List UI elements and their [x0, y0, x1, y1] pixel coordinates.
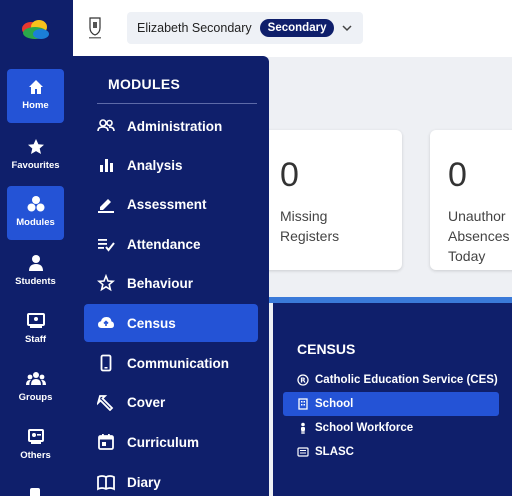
module-label: Assessment	[127, 196, 207, 212]
rail-home[interactable]: Home	[7, 69, 64, 123]
module-cover[interactable]: Cover	[84, 383, 258, 421]
rail-students[interactable]: Students	[7, 245, 64, 299]
module-assessment[interactable]: Assessment	[84, 185, 258, 223]
missing-registers-card[interactable]: 0 Missing Registers	[262, 130, 402, 270]
star-icon	[27, 139, 44, 154]
module-attendance[interactable]: Attendance	[84, 225, 258, 263]
modules-menu: MODULES Administration Analysis Assessme…	[73, 56, 269, 496]
module-label: Behaviour	[127, 275, 194, 291]
card-label: Missing Registers	[280, 206, 339, 246]
calendar-icon	[98, 434, 114, 450]
card-label-line: Unauthor	[448, 208, 506, 224]
module-administration[interactable]: Administration	[84, 107, 258, 145]
card-label-line: Registers	[280, 228, 340, 244]
rail-favourites[interactable]: Favourites	[7, 129, 64, 183]
school-crest-icon	[89, 17, 101, 39]
card-label-line: Absences	[448, 228, 510, 244]
others-icon	[27, 429, 44, 444]
book-icon	[97, 475, 115, 491]
groups-icon	[25, 372, 46, 385]
census-item-label: School	[315, 398, 354, 410]
pencil-icon	[98, 199, 114, 213]
module-label: Cover	[127, 394, 166, 410]
cloud-upload-icon	[98, 317, 114, 328]
school-name: Elizabeth Secondary	[137, 21, 252, 35]
top-header: Elizabeth Secondary Secondary	[73, 0, 512, 57]
rail-label: Favourites	[11, 160, 60, 171]
census-item-ces[interactable]: R Catholic Education Service (CES)	[283, 368, 499, 392]
module-label: Diary	[127, 474, 161, 490]
card-value: 0	[448, 156, 467, 194]
module-label: Administration	[127, 118, 223, 134]
left-rail: Home Favourites Modules Students Staff G…	[0, 0, 73, 496]
module-label: Census	[127, 315, 176, 331]
census-item-label: SLASC	[315, 446, 354, 458]
module-label: Analysis	[127, 157, 183, 173]
star-outline-icon	[97, 274, 115, 292]
people-icon	[97, 119, 115, 132]
module-census[interactable]: Census	[84, 304, 258, 342]
app-logo-icon[interactable]	[19, 18, 51, 40]
building-icon	[298, 398, 308, 410]
registered-icon: R	[297, 374, 309, 386]
census-item-label: School Workforce	[315, 422, 414, 434]
card-value: 0	[280, 156, 299, 194]
census-item-school[interactable]: School	[283, 392, 499, 416]
cover-icon	[97, 395, 114, 411]
chevron-down-icon	[342, 25, 352, 32]
phone-icon	[100, 354, 112, 372]
divider	[97, 103, 257, 104]
rail-modules[interactable]: Modules	[7, 186, 64, 240]
partial-rail-icon	[30, 488, 40, 496]
module-label: Attendance	[127, 236, 201, 252]
unauthorised-absences-card[interactable]: 0 Unauthor Absences Today	[430, 130, 512, 270]
module-label: Communication	[127, 355, 230, 371]
staff-icon	[26, 313, 45, 328]
rail-label: Students	[15, 276, 56, 287]
card-label-line: Missing	[280, 208, 328, 224]
modules-icon	[27, 196, 44, 212]
rail-label: Staff	[24, 334, 47, 345]
census-item-label: Catholic Education Service (CES)	[315, 374, 498, 386]
module-behaviour[interactable]: Behaviour	[84, 264, 258, 302]
module-analysis[interactable]: Analysis	[84, 146, 258, 184]
rail-groups[interactable]: Groups	[7, 361, 64, 415]
person-icon	[301, 422, 305, 434]
rail-label: Groups	[18, 392, 53, 403]
school-type-badge: Secondary	[259, 19, 335, 37]
checklist-icon	[98, 239, 115, 252]
module-curriculum[interactable]: Curriculum	[84, 423, 258, 461]
rail-label: Home	[22, 100, 49, 111]
list-icon	[297, 447, 309, 457]
card-label: Unauthor Absences Today	[448, 206, 509, 266]
rail-label: Modules	[16, 217, 55, 228]
census-title: CENSUS	[297, 341, 356, 357]
module-communication[interactable]: Communication	[84, 344, 258, 382]
svg-text:R: R	[300, 377, 306, 385]
rail-label: Others	[20, 450, 51, 461]
modules-title: MODULES	[108, 76, 181, 92]
school-selector[interactable]: Elizabeth Secondary Secondary	[127, 12, 363, 44]
census-submenu: CENSUS R Catholic Education Service (CES…	[273, 303, 512, 496]
rail-others[interactable]: Others	[7, 419, 64, 473]
module-label: Curriculum	[127, 434, 200, 450]
census-item-school-workforce[interactable]: School Workforce	[283, 416, 499, 440]
bar-chart-icon	[100, 159, 113, 172]
census-item-slasc[interactable]: SLASC	[283, 440, 499, 464]
card-label-line: Today	[448, 248, 486, 264]
module-diary[interactable]: Diary	[84, 463, 258, 496]
student-icon	[28, 255, 43, 271]
home-icon	[28, 80, 43, 94]
rail-staff[interactable]: Staff	[7, 303, 64, 357]
